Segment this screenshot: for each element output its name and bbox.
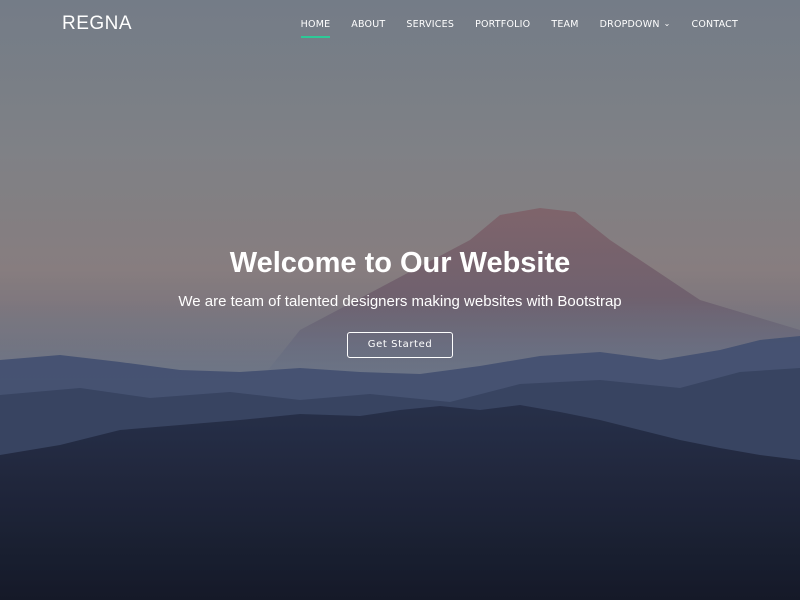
nav-item-dropdown-label: DROPDOWN [599, 19, 660, 30]
hero-section: REGNA HOME ABOUT SERVICES PORTFOLIO TEAM… [0, 0, 800, 600]
nav-item-team[interactable]: TEAM [551, 17, 578, 32]
main-nav: HOME ABOUT SERVICES PORTFOLIO TEAM DROPD… [300, 17, 738, 38]
get-started-button[interactable]: Get Started [347, 332, 453, 358]
nav-item-services[interactable]: SERVICES [406, 17, 454, 32]
nav-item-about[interactable]: ABOUT [351, 17, 385, 32]
nav-item-portfolio[interactable]: PORTFOLIO [475, 17, 530, 32]
hero-subtitle: We are team of talented designers making… [178, 293, 622, 310]
site-header: REGNA HOME ABOUT SERVICES PORTFOLIO TEAM… [0, 0, 800, 48]
chevron-down-icon: ⌄ [663, 19, 671, 28]
site-logo[interactable]: REGNA [62, 13, 132, 35]
hero-title: Welcome to Our Website [229, 247, 571, 279]
nav-item-home[interactable]: HOME [300, 17, 331, 38]
nav-item-contact[interactable]: CONTACT [692, 17, 738, 32]
nav-item-dropdown[interactable]: DROPDOWN ⌄ [600, 17, 671, 32]
hero-content: Welcome to Our Website We are team of ta… [0, 243, 800, 358]
